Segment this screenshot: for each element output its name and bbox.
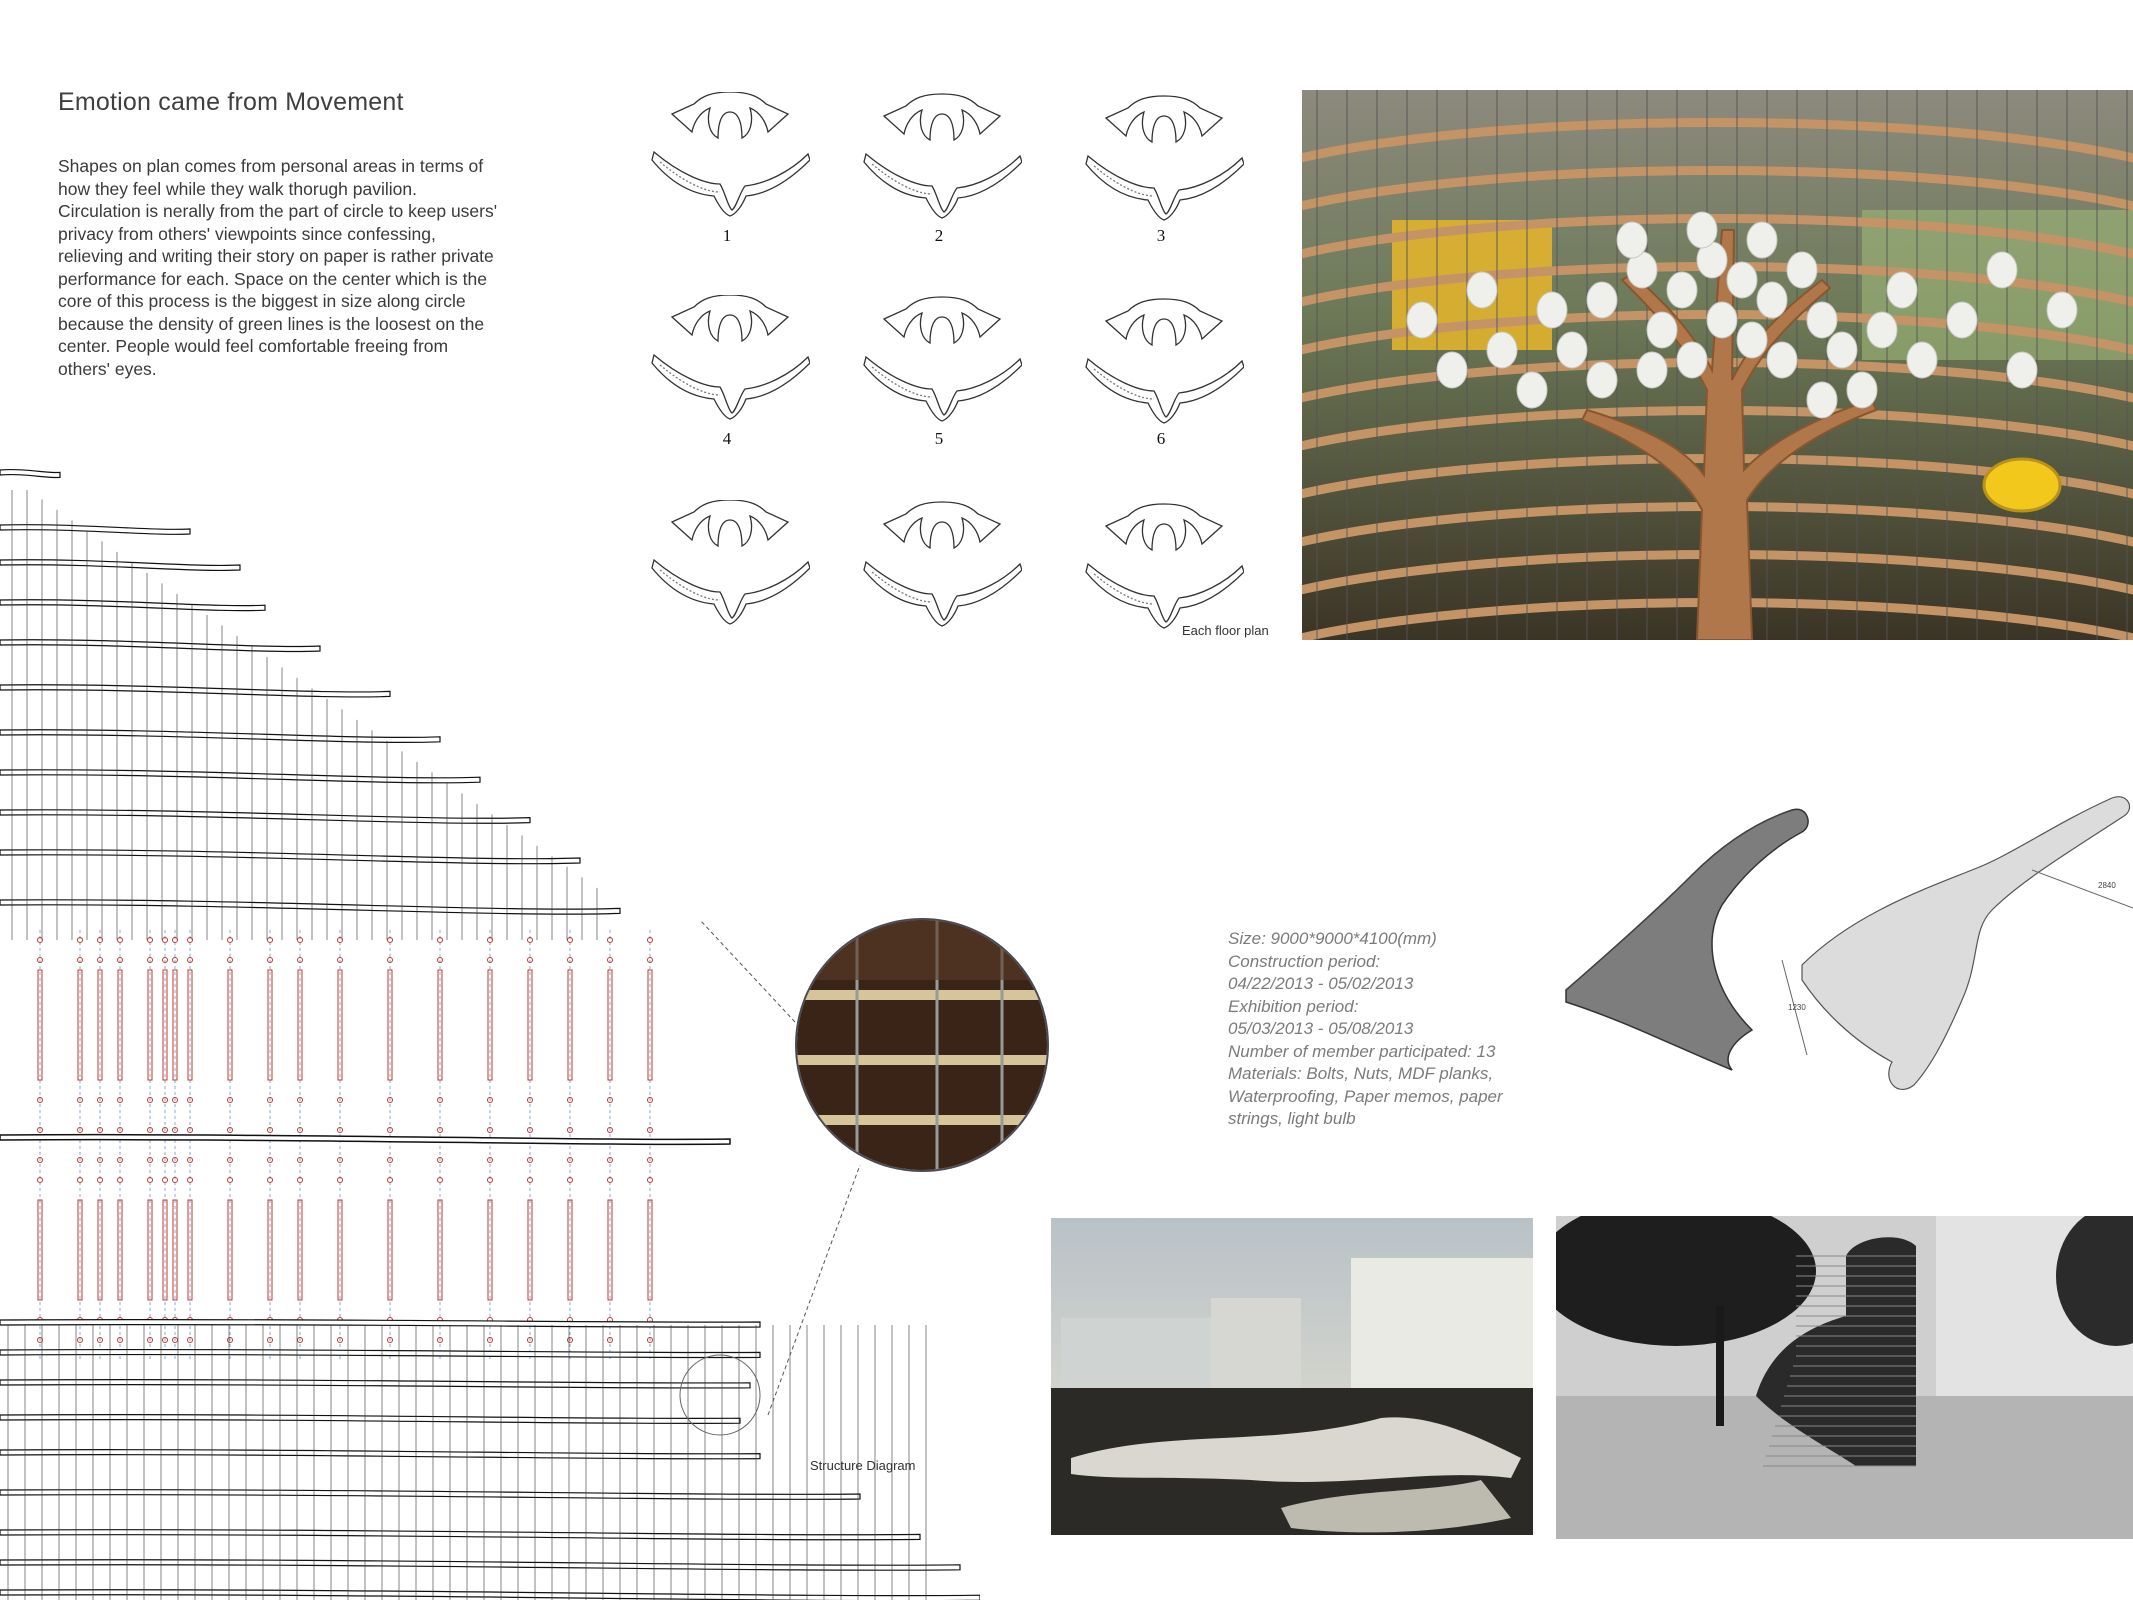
spec-line: Size: 9000*9000*4100(mm) — [1228, 929, 1437, 948]
floor-plate — [0, 1414, 741, 1425]
spec-line: Exhibition period: — [1228, 996, 1359, 1016]
paper-memo — [1806, 301, 1838, 339]
paper-memo — [1646, 311, 1678, 349]
paper-memo — [1846, 371, 1878, 409]
paper-memo — [1666, 271, 1698, 309]
paper-memo — [1536, 291, 1568, 329]
floor-plan-number: 2 — [934, 226, 944, 245]
site-photo — [1051, 1218, 1533, 1535]
paper-memo — [1556, 331, 1588, 369]
paper-memo — [1806, 381, 1838, 419]
paper-memo — [1866, 311, 1898, 349]
floor-plate — [0, 1489, 861, 1500]
detail-marker-circle — [679, 1354, 761, 1436]
paper-memo — [1706, 301, 1738, 339]
paper-memo — [1436, 351, 1468, 389]
floor-plate — [0, 1449, 761, 1460]
floor-plate — [0, 468, 61, 479]
floor-plan-drawing — [1084, 295, 1245, 435]
description-paragraph: Shapes on plan comes from personal areas… — [58, 156, 498, 379]
paper-memo — [1586, 361, 1618, 399]
paper-memo — [1986, 251, 2018, 289]
floor-plan-drawing — [862, 92, 1023, 232]
floor-plan-drawing — [1084, 92, 1245, 232]
paper-memo — [1726, 261, 1758, 299]
floor-plate — [0, 729, 441, 743]
paper-memo — [1586, 281, 1618, 319]
spec-line: Waterproofing, Paper memos, paper — [1228, 1086, 1503, 1106]
paper-memo — [1786, 251, 1818, 289]
paper-memo — [1676, 341, 1708, 379]
paper-memo — [1636, 351, 1668, 389]
floor-plate — [0, 1318, 761, 1328]
floor-plate — [0, 1348, 761, 1359]
spec-line: strings, light bulb — [1228, 1109, 1356, 1128]
paper-memo — [1756, 281, 1788, 319]
spec-line: 04/22/2013 - 05/02/2013 — [1228, 974, 1414, 993]
component-drawings: 2840 1230 — [1552, 780, 2133, 1130]
floor-plate — [0, 1133, 731, 1146]
paper-memo — [2006, 351, 2038, 389]
paper-memo — [1826, 331, 1858, 369]
paper-memo — [1466, 271, 1498, 309]
floor-plate — [0, 599, 266, 612]
floor-plan-caption: Each floor plan — [1182, 623, 1269, 638]
paper-memo — [2046, 291, 2078, 329]
floor-plate — [0, 639, 321, 653]
floor-plan-number: 1 — [722, 226, 732, 245]
floor-plan-drawing — [862, 295, 1023, 435]
paper-memo — [1946, 301, 1978, 339]
paper-memo — [1486, 331, 1518, 369]
part-width-label: 1230 — [1788, 1003, 1806, 1012]
interior-photo — [1302, 90, 2133, 640]
spec-line: Construction period: — [1228, 951, 1381, 971]
spec-line: Number of member participated: 13 — [1228, 1041, 1496, 1061]
project-specs: Size: 9000*9000*4100(mm) Construction per… — [1228, 928, 1548, 1131]
floor-plate — [0, 809, 531, 824]
floor-plate — [0, 1529, 921, 1541]
paper-memo — [1686, 211, 1718, 249]
spec-line: 05/03/2013 - 05/08/2013 — [1228, 1019, 1414, 1038]
structure-caption: Structure Diagram — [810, 1458, 916, 1473]
paper-memo — [1406, 301, 1438, 339]
paper-memo — [1616, 221, 1648, 259]
paper-memo — [1766, 341, 1798, 379]
floor-plan-drawing — [1084, 500, 1245, 640]
page-title: Emotion came from Movement — [58, 88, 404, 116]
floor-plate — [0, 524, 191, 535]
floor-plate — [0, 899, 621, 915]
rendering-image — [1556, 1216, 2133, 1539]
floor-plan-number: 3 — [1156, 226, 1166, 245]
paper-memo — [1746, 221, 1778, 259]
paper-memo — [1886, 271, 1918, 309]
floor-plate — [0, 1589, 981, 1602]
floor-plan-drawing — [650, 91, 811, 232]
floor-plan-drawing — [650, 294, 811, 435]
floor-plate — [0, 1378, 751, 1389]
paper-memo — [1516, 371, 1548, 409]
floor-plate — [0, 684, 391, 698]
spec-line: Materials: Bolts, Nuts, MDF planks, — [1228, 1064, 1494, 1083]
floor-plan-number: 6 — [1156, 429, 1166, 448]
paper-memo — [1736, 321, 1768, 359]
floor-plate — [0, 559, 241, 572]
part-length-label: 2840 — [2098, 881, 2116, 890]
paper-memo — [1906, 341, 1938, 379]
